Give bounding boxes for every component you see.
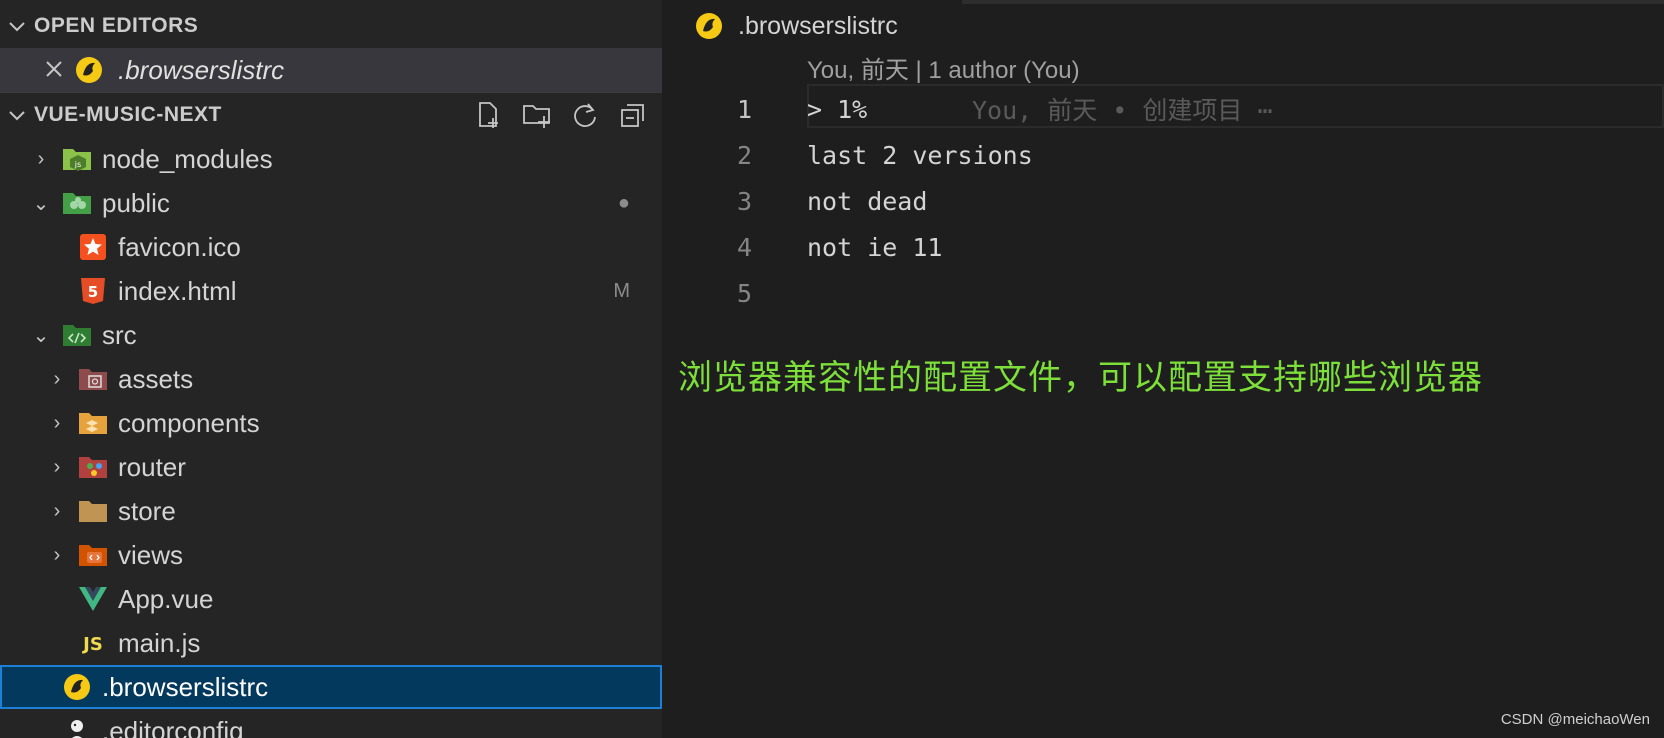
- folder-icon: [78, 496, 108, 526]
- line-number: 1: [736, 94, 752, 124]
- vue-icon: [78, 584, 108, 614]
- chevron-down-icon: ⌄: [32, 324, 50, 347]
- editorconfig-icon: [62, 716, 92, 738]
- refresh-icon[interactable]: [570, 100, 600, 130]
- line-text: not dead: [807, 186, 928, 216]
- line-text: not ie 11: [807, 232, 943, 262]
- tree-item-label: .browserslistrc: [102, 671, 269, 702]
- components-folder-icon: [78, 408, 108, 438]
- line-number: 4: [736, 232, 752, 262]
- watermark: CSDN @meichaoWen: [1500, 711, 1650, 728]
- chevron-right-icon: ›: [53, 499, 61, 522]
- line-number: 2: [736, 140, 752, 170]
- router-folder-icon: [78, 452, 108, 482]
- node-folder-icon: js: [62, 144, 92, 174]
- tree-item-label: store: [118, 495, 176, 526]
- chevron-right-icon: ›: [53, 411, 61, 434]
- open-editor-label: .browserslistrc: [118, 54, 285, 85]
- svg-text:5: 5: [88, 283, 98, 301]
- code-line[interactable]: 5: [662, 270, 1664, 316]
- code-line[interactable]: 3 not dead: [662, 178, 1664, 224]
- tree-item-label: node_modules: [102, 143, 273, 174]
- chevron-down-icon: [0, 16, 34, 37]
- line-text: last 2 versions: [807, 140, 1033, 170]
- html5-icon: 5: [78, 276, 108, 306]
- inline-blame: You, 前天 • 创建项目 ⋯: [972, 96, 1273, 125]
- code-line[interactable]: 2 last 2 versions: [662, 132, 1664, 178]
- tree-item-node-modules[interactable]: › js node_modules: [0, 137, 662, 181]
- code-line[interactable]: 1 > 1% You, 前天 • 创建项目 ⋯: [662, 86, 1664, 132]
- tree-item-src[interactable]: ⌄ src: [0, 313, 662, 357]
- collapse-all-icon[interactable]: [618, 100, 648, 130]
- tree-item-store[interactable]: › store: [0, 489, 662, 533]
- git-modified-badge: M: [613, 279, 630, 302]
- project-header[interactable]: VUE-MUSIC-NEXT: [0, 93, 662, 137]
- tree-item-label: main.js: [118, 627, 201, 658]
- codelens-blame[interactable]: You, 前天 | 1 author (You): [807, 50, 1080, 85]
- tree-item-assets[interactable]: › assets: [0, 357, 662, 401]
- line-number: 3: [736, 186, 752, 216]
- src-folder-icon: [62, 320, 92, 350]
- open-editor-item[interactable]: .browserslistrc: [0, 48, 662, 92]
- tree-item-label: index.html: [118, 275, 237, 306]
- browserslist-icon: [694, 11, 724, 41]
- tree-item-views[interactable]: › views: [0, 533, 662, 577]
- tree-item-router[interactable]: › router: [0, 445, 662, 489]
- open-editors-title: OPEN EDITORS: [34, 14, 199, 37]
- explorer-sidebar: OPEN EDITORS .browserslistrc VUE-MUSIC-N…: [0, 0, 662, 738]
- annotation-note: 浏览器兼容性的配置文件，可以配置支持哪些浏览器: [678, 359, 1483, 397]
- modified-dot-badge: ●: [617, 191, 630, 214]
- tree-item-label: public: [102, 187, 170, 218]
- line-text: > 1%: [807, 94, 868, 124]
- tree-item-label: .editorconfig: [102, 715, 244, 738]
- project-title: VUE-MUSIC-NEXT: [34, 103, 222, 126]
- favicon-icon: [78, 232, 108, 262]
- chevron-right-icon: ›: [37, 147, 45, 170]
- tree-item-label: views: [118, 539, 184, 570]
- tree-item-public[interactable]: ⌄ public ●: [0, 181, 662, 225]
- svg-text:js: js: [74, 160, 81, 169]
- chevron-right-icon: ›: [53, 455, 61, 478]
- chevron-right-icon: ›: [53, 543, 61, 566]
- chevron-down-icon: ⌄: [32, 192, 50, 215]
- public-folder-icon: [62, 188, 92, 218]
- new-file-icon[interactable]: [474, 100, 504, 130]
- js-icon: JS: [78, 628, 108, 658]
- browserslist-icon: [74, 55, 104, 85]
- explorer-actions: [474, 93, 648, 137]
- open-editors-header[interactable]: OPEN EDITORS: [0, 4, 662, 48]
- tree-item-label: src: [102, 319, 137, 350]
- tree-item-label: router: [118, 451, 186, 482]
- views-folder-icon: [78, 540, 108, 570]
- tree-item-label: assets: [118, 363, 194, 394]
- tab-label: .browserslistrc: [738, 11, 898, 40]
- tree-item-favicon[interactable]: favicon.ico: [0, 225, 662, 269]
- tab-strip: [962, 0, 1664, 4]
- svg-text:JS: JS: [81, 634, 103, 654]
- chevron-down-icon: [0, 105, 34, 126]
- tree-item-label: components: [118, 407, 260, 438]
- tree-item-app-vue[interactable]: App.vue: [0, 577, 662, 621]
- assets-folder-icon: [78, 364, 108, 394]
- tree-item-components[interactable]: › components: [0, 401, 662, 445]
- close-icon[interactable]: [44, 55, 74, 86]
- line-number: 5: [736, 278, 752, 308]
- new-folder-icon[interactable]: [522, 100, 552, 130]
- tree-item-browserslistrc[interactable]: .browserslistrc: [0, 665, 662, 709]
- browserslist-icon: [62, 672, 92, 702]
- chevron-right-icon: ›: [53, 367, 61, 390]
- tree-item-editorconfig[interactable]: .editorconfig: [0, 709, 662, 738]
- code-line[interactable]: 4 not ie 11: [662, 224, 1664, 270]
- tree-item-main-js[interactable]: JS main.js: [0, 621, 662, 665]
- tree-item-index-html[interactable]: 5 index.html M: [0, 269, 662, 313]
- tree-item-label: App.vue: [118, 583, 214, 614]
- editor-area: .browserslistrc You, 前天 | 1 author (You)…: [662, 0, 1664, 738]
- tree-item-label: favicon.ico: [118, 231, 241, 262]
- tab-browserslistrc[interactable]: .browserslistrc: [662, 0, 962, 52]
